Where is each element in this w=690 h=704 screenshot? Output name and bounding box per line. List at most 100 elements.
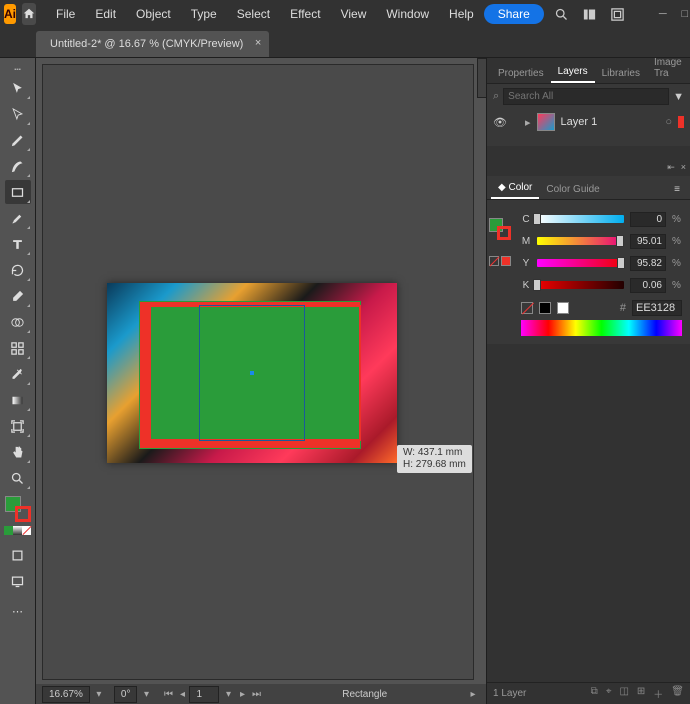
artboard-dropdown[interactable]: ▾: [221, 689, 235, 700]
toolbar-grip[interactable]: ┄: [5, 64, 31, 74]
color-mode-row[interactable]: [4, 526, 31, 535]
layer-search-input[interactable]: [503, 88, 669, 105]
zoom-tool[interactable]: [5, 466, 31, 490]
maximize-button[interactable]: □: [678, 7, 690, 21]
shape-builder-tool[interactable]: [5, 310, 31, 334]
close-panel-icon[interactable]: ×: [681, 162, 686, 173]
visibility-icon[interactable]: 👁: [493, 116, 507, 129]
tab-color-guide[interactable]: Color Guide: [539, 180, 606, 199]
artboard-tool[interactable]: [5, 414, 31, 438]
share-button[interactable]: Share: [484, 4, 544, 24]
menu-file[interactable]: File: [46, 0, 85, 28]
close-tab-icon[interactable]: ×: [255, 37, 261, 49]
arrange-documents-icon[interactable]: [580, 4, 600, 24]
none-color-icon[interactable]: [489, 256, 499, 266]
m-slider[interactable]: [537, 237, 624, 245]
expand-layer-icon[interactable]: ▸: [525, 116, 531, 129]
color-stroke-swatch[interactable]: [497, 226, 511, 240]
target-icon[interactable]: ○: [665, 116, 672, 128]
zoom-field[interactable]: 16.67%: [42, 686, 90, 703]
zoom-dropdown[interactable]: ▾: [92, 689, 106, 700]
minimize-button[interactable]: ─: [656, 7, 670, 21]
artboard[interactable]: W: 437.1 mm H: 279.68 mm: [107, 283, 397, 463]
c-slider[interactable]: [537, 215, 624, 223]
menu-help[interactable]: Help: [439, 0, 484, 28]
new-layer-icon[interactable]: ＋: [653, 686, 663, 701]
y-value[interactable]: 95.82: [630, 256, 666, 271]
search-icon[interactable]: [552, 4, 572, 24]
menu-object[interactable]: Object: [126, 0, 181, 28]
curvature-tool[interactable]: [5, 154, 31, 178]
c-value[interactable]: 0: [630, 212, 666, 227]
menu-select[interactable]: Select: [227, 0, 280, 28]
pen-tool[interactable]: [5, 128, 31, 152]
current-tool-label: Rectangle: [263, 689, 466, 700]
y-slider[interactable]: [537, 259, 624, 267]
stroke-swatch[interactable]: [15, 506, 31, 522]
menu-type[interactable]: Type: [181, 0, 227, 28]
tab-color[interactable]: ◆ Color: [491, 178, 539, 199]
layer-filter-icon[interactable]: ▼: [673, 91, 684, 103]
tab-image-trace[interactable]: Image Tra: [647, 53, 689, 83]
hand-tool[interactable]: [5, 440, 31, 464]
next-artboard[interactable]: ▸: [235, 689, 249, 700]
rotate-field[interactable]: 0°: [114, 686, 138, 703]
layer-row[interactable]: 👁 ▸ Layer 1 ○: [487, 109, 690, 135]
menu-window[interactable]: Window: [376, 0, 439, 28]
tab-libraries[interactable]: Libraries: [595, 64, 647, 83]
workspace-icon[interactable]: [608, 4, 628, 24]
hex-hash: #: [620, 302, 626, 314]
gradient-tool[interactable]: [5, 388, 31, 412]
screen-mode[interactable]: [5, 569, 31, 593]
width-tool[interactable]: [5, 336, 31, 360]
locate-object-icon[interactable]: ⌖: [606, 686, 612, 701]
color-panel: ⇤ × ◆ Color Color Guide ≡ C 0 %: [487, 176, 690, 344]
first-artboard[interactable]: ⏮: [161, 689, 175, 700]
rectangle-tool[interactable]: [5, 180, 31, 204]
c-pct: %: [672, 214, 682, 225]
tab-properties[interactable]: Properties: [491, 64, 551, 83]
comments-panel-icon[interactable]: [477, 58, 486, 98]
rotate-dropdown[interactable]: ▾: [139, 689, 153, 700]
m-value[interactable]: 95.01: [630, 234, 666, 249]
color-spectrum[interactable]: [521, 320, 682, 336]
edit-toolbar[interactable]: ⋯: [5, 599, 31, 623]
tab-layers[interactable]: Layers: [551, 62, 595, 83]
prev-artboard[interactable]: ◂: [175, 689, 189, 700]
paintbrush-tool[interactable]: [5, 206, 31, 230]
menu-view[interactable]: View: [331, 0, 377, 28]
make-clipping-mask-icon[interactable]: ◫: [619, 686, 628, 701]
direct-selection-tool[interactable]: [5, 102, 31, 126]
home-button[interactable]: [22, 3, 36, 25]
artboard-number[interactable]: 1: [189, 686, 219, 703]
menu-edit[interactable]: Edit: [85, 0, 126, 28]
new-sublayer-icon[interactable]: ⊞: [637, 686, 645, 701]
document-tab[interactable]: Untitled-2* @ 16.67 % (CMYK/Preview) ×: [36, 31, 269, 57]
hex-field[interactable]: EE3128: [632, 300, 682, 316]
layer-collect-icon[interactable]: ⧉: [591, 686, 598, 701]
color-panel-menu-icon[interactable]: ≡: [668, 180, 686, 199]
toolbar: ┄ ⋯: [0, 58, 36, 704]
last-color-swatch[interactable]: [501, 256, 511, 266]
k-slider[interactable]: [537, 281, 624, 289]
menu-effect[interactable]: Effect: [280, 0, 330, 28]
delete-layer-icon[interactable]: 🗑: [671, 686, 684, 701]
eraser-tool[interactable]: [5, 284, 31, 308]
black-swatch[interactable]: [539, 302, 551, 314]
selection-tool[interactable]: [5, 76, 31, 100]
m-pct: %: [672, 236, 682, 247]
collapse-panel-icon[interactable]: ⇤: [667, 162, 675, 173]
draw-mode-normal[interactable]: [5, 543, 31, 567]
white-swatch[interactable]: [557, 302, 569, 314]
canvas-area[interactable]: W: 437.1 mm H: 279.68 mm 16.67% ▾ 0° ▾ ⏮…: [36, 58, 486, 704]
status-menu[interactable]: ▸: [466, 689, 480, 700]
rotate-tool[interactable]: [5, 258, 31, 282]
fill-stroke-swatch[interactable]: [5, 496, 31, 522]
eyedropper-tool[interactable]: [5, 362, 31, 386]
last-artboard[interactable]: ⏭: [249, 689, 263, 700]
layer-thumbnail: [537, 113, 555, 131]
none-swatch-icon[interactable]: [521, 302, 533, 314]
layer-name[interactable]: Layer 1: [561, 116, 660, 128]
k-value[interactable]: 0.06: [630, 278, 666, 293]
type-tool[interactable]: [5, 232, 31, 256]
